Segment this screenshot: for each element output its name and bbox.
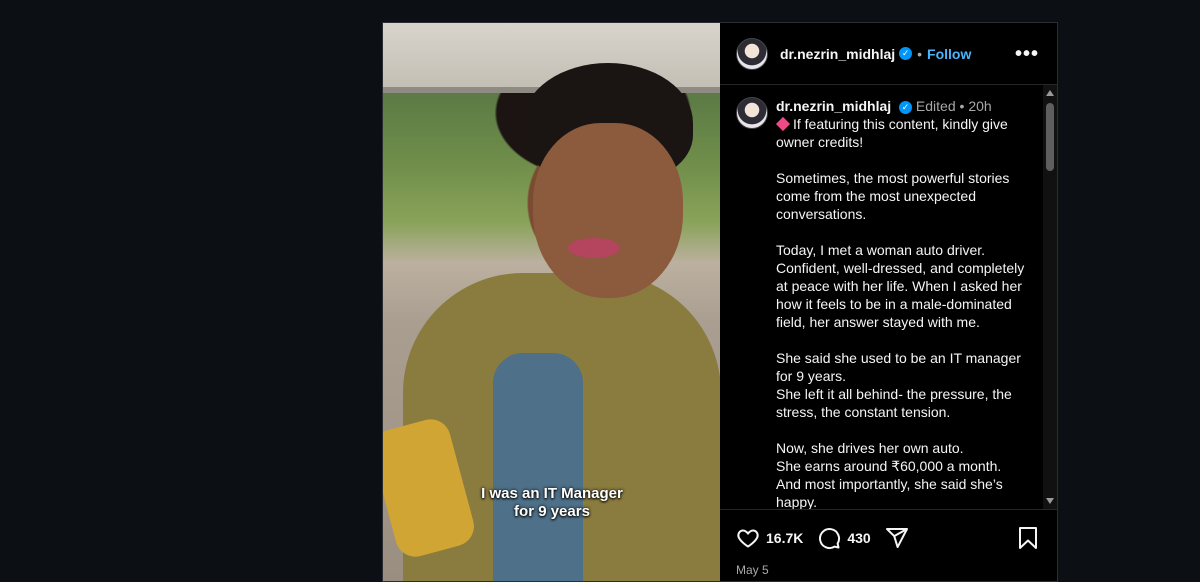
likes-count[interactable]: 16.7K	[766, 530, 803, 546]
share-icon	[885, 527, 908, 548]
scroll-thumb[interactable]	[1046, 103, 1054, 171]
action-bar: 16.7K 430	[720, 509, 1057, 565]
meta-separator: •	[959, 98, 965, 114]
comment-icon	[819, 527, 841, 549]
post-sidebar: dr.nezrin_midhlaj ✓ • Follow ••• dr.nezr…	[720, 23, 1057, 581]
more-options-icon[interactable]: •••	[1015, 43, 1039, 66]
comments-scrollbar[interactable]	[1043, 85, 1057, 509]
comment-body: dr.nezrin_midhlaj ✓ Edited • 20h If feat…	[775, 97, 1034, 509]
share-button[interactable]	[885, 526, 915, 550]
comments-count[interactable]: 430	[847, 530, 870, 546]
post-header: dr.nezrin_midhlaj ✓ • Follow •••	[720, 23, 1057, 85]
comment-paragraph: If featuring this content, kindly give o…	[775, 116, 1008, 150]
comment-paragraph: Today, I met a woman auto driver. Confid…	[776, 242, 1025, 330]
caption-comment: dr.nezrin_midhlaj ✓ Edited • 20h If feat…	[736, 97, 1041, 509]
edited-label: Edited	[915, 98, 956, 114]
comment-username[interactable]: dr.nezrin_midhlaj	[776, 98, 891, 114]
save-button[interactable]	[1017, 526, 1039, 555]
video-caption-line2: for 9 years	[514, 503, 590, 520]
video-face	[533, 123, 683, 298]
comment-time[interactable]: 20h	[968, 98, 991, 114]
follow-button[interactable]: Follow	[927, 46, 971, 62]
scroll-down-arrow-icon[interactable]	[1046, 498, 1054, 504]
heart-icon	[737, 528, 759, 548]
comment-paragraph: She said she used to be an IT manager fo…	[776, 350, 1021, 420]
header-username[interactable]: dr.nezrin_midhlaj	[780, 46, 895, 62]
like-button[interactable]: 16.7K	[736, 526, 803, 550]
video-caption-line1: I was an IT Manager	[481, 485, 623, 502]
diamond-icon	[775, 116, 791, 132]
comment-avatar[interactable]	[736, 97, 768, 129]
video-caption: I was an IT Manager for 9 years	[383, 485, 720, 521]
video-lips	[568, 238, 620, 258]
avatar[interactable]	[736, 37, 768, 70]
verified-icon: ✓	[899, 100, 913, 114]
scroll-up-arrow-icon[interactable]	[1046, 90, 1054, 96]
verified-icon: ✓	[899, 47, 913, 60]
comment-paragraph: Now, she drives her own auto. She earns …	[776, 440, 1003, 509]
comments-section[interactable]: dr.nezrin_midhlaj ✓ Edited • 20h If feat…	[720, 85, 1057, 509]
post-date[interactable]: May 5	[736, 563, 769, 577]
comment-button[interactable]: 430	[817, 526, 871, 550]
header-separator: •	[917, 45, 923, 62]
bookmark-icon	[1019, 527, 1037, 549]
post-modal: I was an IT Manager for 9 years dr.nezri…	[382, 22, 1058, 582]
video-inner-shirt	[493, 353, 583, 581]
post-video[interactable]: I was an IT Manager for 9 years	[383, 23, 720, 581]
comment-paragraph: Sometimes, the most powerful stories com…	[776, 170, 1010, 222]
